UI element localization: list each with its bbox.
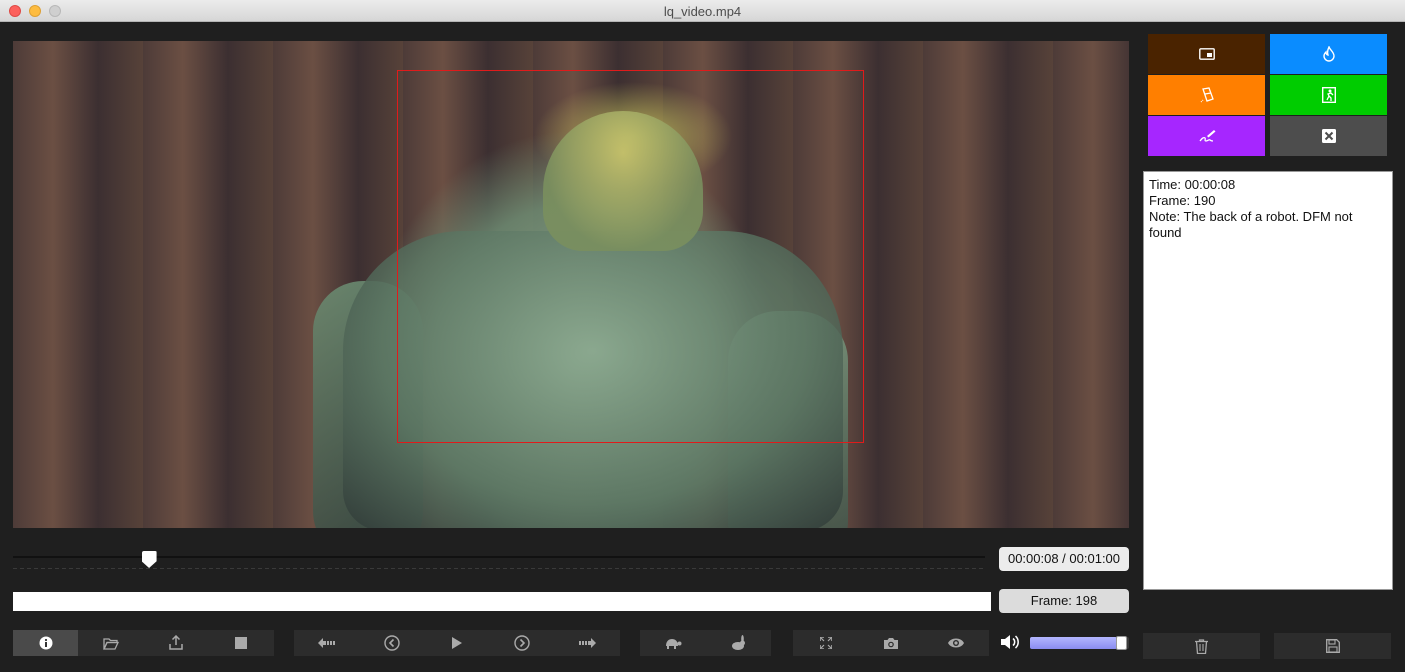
export-icon: [168, 635, 183, 650]
stop-icon: [235, 637, 247, 649]
eye-icon: [948, 638, 964, 648]
export-button[interactable]: [143, 630, 208, 656]
frame-readout: Frame: 198: [999, 589, 1129, 613]
fire-tool-button[interactable]: [1270, 34, 1387, 74]
save-button[interactable]: [1274, 633, 1391, 659]
save-icon: [1325, 639, 1340, 653]
speed-controls: [640, 630, 771, 656]
window-titlebar: lq_video.mp4: [0, 0, 1405, 22]
signature-tool-button[interactable]: [1148, 116, 1265, 156]
play-button[interactable]: [424, 630, 489, 656]
notes-panel[interactable]: Time: 00:00:08 Frame: 190 Note: The back…: [1143, 171, 1393, 590]
fire-icon: [1322, 46, 1335, 62]
preview-button[interactable]: [923, 630, 989, 656]
signature-icon: [1198, 130, 1215, 142]
folder-open-icon: [102, 637, 119, 650]
previous-button[interactable]: [359, 630, 424, 656]
notes-frame: Frame: 190: [1149, 193, 1216, 208]
view-controls: [793, 630, 989, 656]
timeline-track[interactable]: [13, 556, 985, 558]
volume-thumb[interactable]: [1115, 636, 1127, 650]
timeline-ticks: [13, 568, 985, 569]
eraser-icon: [1200, 87, 1214, 103]
close-icon: [1321, 129, 1336, 143]
step-forward-button[interactable]: [554, 630, 620, 656]
step-forward-icon: [579, 638, 596, 648]
timeline-playhead[interactable]: [141, 551, 157, 568]
previous-icon: [383, 635, 400, 651]
file-controls: [13, 630, 274, 656]
camera-icon: [883, 637, 898, 649]
exit-icon: [1321, 87, 1336, 103]
snapshot-button[interactable]: [858, 630, 923, 656]
volume-slider[interactable]: [1030, 636, 1129, 650]
volume-level: [1030, 637, 1118, 649]
time-readout: 00:00:08 / 00:01:00: [999, 547, 1129, 571]
picture-in-picture-icon: [1198, 48, 1215, 60]
notes-time: Time: 00:00:08: [1149, 177, 1236, 192]
window-title: lq_video.mp4: [663, 4, 742, 19]
exit-tool-button[interactable]: [1270, 75, 1387, 115]
fullscreen-button[interactable]: [793, 630, 858, 656]
region-of-interest-box[interactable]: [397, 70, 864, 443]
trash-icon: [1195, 638, 1208, 654]
notes-text: Note: The back of a robot. DFM not found: [1149, 209, 1357, 240]
next-icon: [513, 635, 530, 651]
info-icon: [39, 636, 52, 650]
step-back-button[interactable]: [294, 630, 359, 656]
rabbit-icon: [732, 635, 745, 650]
play-icon: [451, 637, 462, 649]
volume-button[interactable]: [1000, 633, 1024, 653]
turtle-icon: [665, 639, 681, 649]
slow-speed-button[interactable]: [640, 630, 705, 656]
close-tool-button[interactable]: [1270, 116, 1387, 156]
open-folder-button[interactable]: [78, 630, 143, 656]
next-button[interactable]: [489, 630, 554, 656]
stop-button[interactable]: [208, 630, 274, 656]
speaker-icon: [1001, 635, 1019, 649]
info-button[interactable]: [13, 630, 78, 656]
delete-button[interactable]: [1143, 633, 1260, 659]
frame-progress-bar: [13, 592, 991, 611]
video-frame[interactable]: [13, 41, 1129, 528]
pip-tool-button[interactable]: [1148, 34, 1265, 74]
eraser-tool-button[interactable]: [1148, 75, 1265, 115]
navigation-controls: [294, 630, 620, 656]
fast-speed-button[interactable]: [705, 630, 771, 656]
step-back-icon: [317, 638, 335, 648]
fullscreen-icon: [819, 637, 832, 649]
